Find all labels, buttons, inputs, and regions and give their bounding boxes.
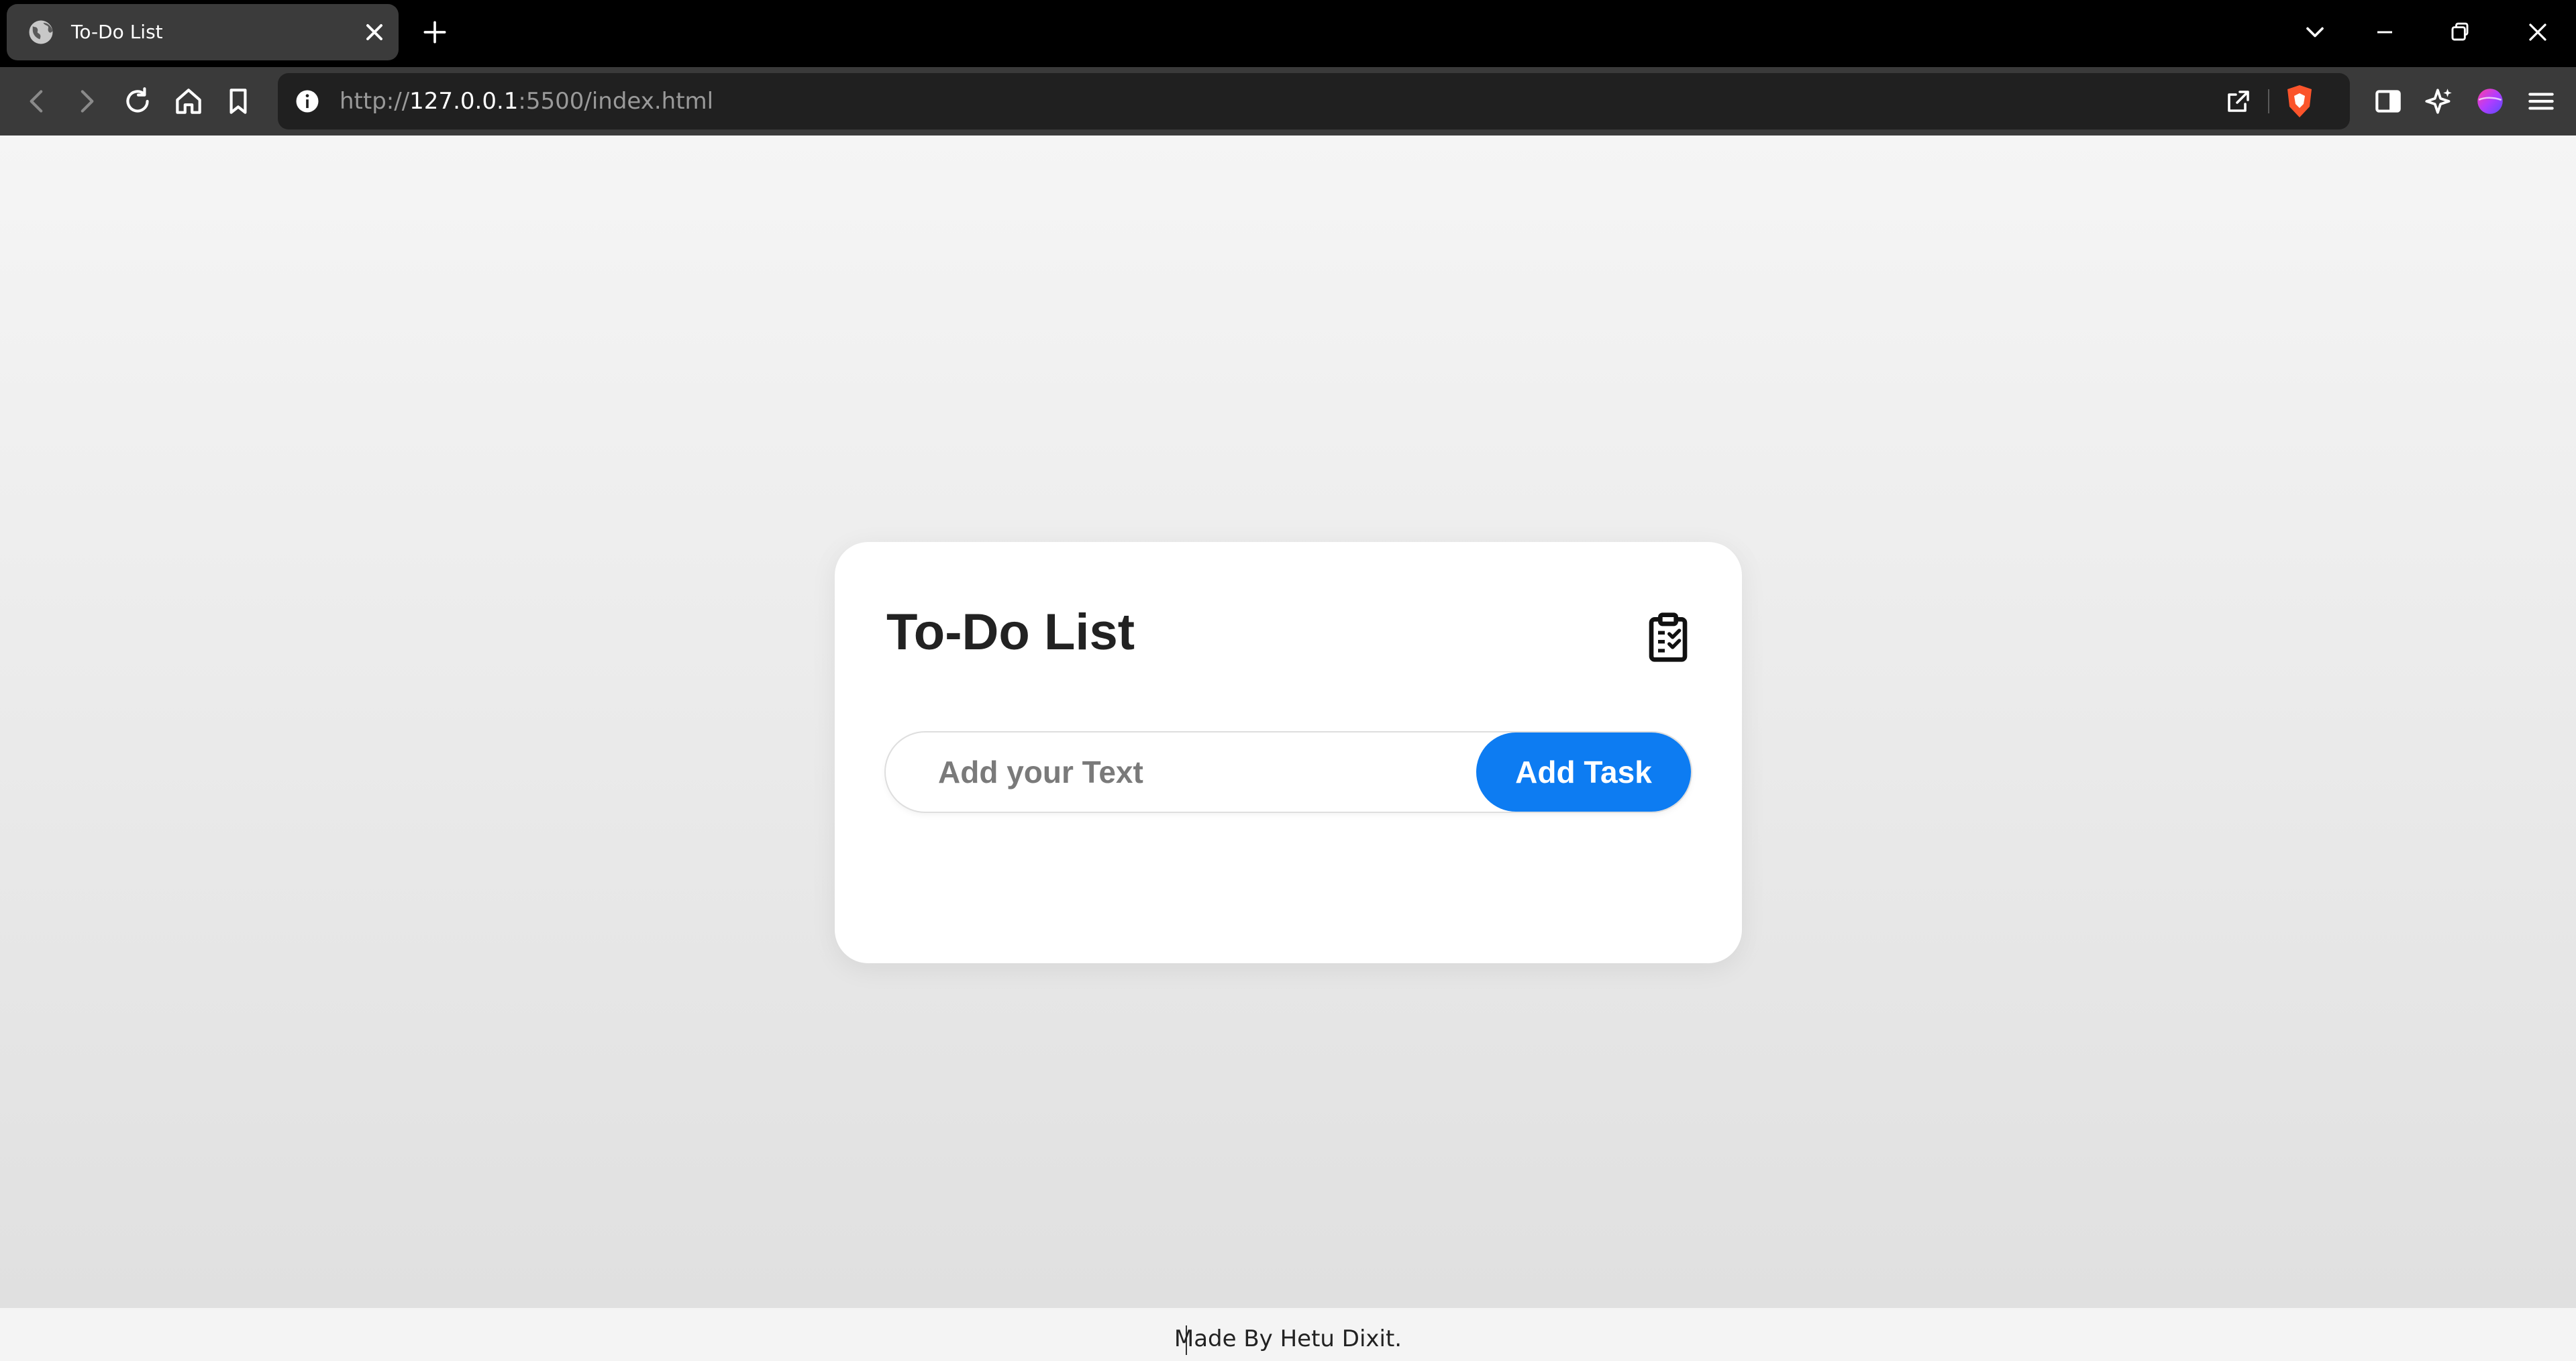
back-icon[interactable] — [20, 85, 54, 118]
toolbar-divider — [2268, 89, 2269, 113]
tab-title: To-Do List — [71, 21, 163, 43]
forward-icon[interactable] — [70, 85, 103, 118]
share-icon[interactable] — [2222, 85, 2255, 117]
address-bar[interactable]: http://127.0.0.1:5500/index.html — [278, 73, 2350, 129]
home-icon[interactable] — [172, 85, 205, 118]
new-tab-icon[interactable] — [420, 17, 450, 47]
tab-todo-list[interactable]: To-Do List — [7, 4, 399, 60]
task-input-row: Add Task — [886, 732, 1691, 812]
task-input[interactable] — [886, 732, 1476, 812]
tab-close-icon[interactable] — [361, 19, 388, 46]
url-text: http://127.0.0.1:5500/index.html — [340, 73, 713, 129]
footer: Made By Hetu Dixit. — [0, 1308, 2576, 1361]
todo-card: To-Do List Add Task — [835, 542, 1742, 963]
browser-toolbar: http://127.0.0.1:5500/index.html — [0, 67, 2576, 135]
menu-icon[interactable] — [2524, 85, 2558, 118]
restore-icon[interactable] — [2445, 17, 2475, 47]
add-task-button[interactable]: Add Task — [1476, 732, 1691, 812]
minimize-icon[interactable] — [2370, 17, 2400, 47]
url-path: :5500/index.html — [518, 88, 714, 115]
close-icon[interactable] — [2523, 17, 2553, 47]
clipboard-icon — [1649, 612, 1688, 662]
site-info-icon[interactable] — [293, 87, 322, 116]
tab-strip: To-Do List — [0, 0, 2576, 67]
profile-avatar[interactable] — [2473, 85, 2507, 118]
sidebar-icon[interactable] — [2371, 85, 2405, 118]
bookmark-icon[interactable] — [221, 85, 255, 118]
leo-ai-icon[interactable] — [2422, 85, 2456, 118]
reload-icon[interactable] — [121, 85, 154, 118]
tab-search-icon[interactable] — [2300, 17, 2330, 47]
footer-credit: Made By Hetu Dixit. — [1174, 1325, 1402, 1352]
url-scheme: http:// — [340, 88, 410, 115]
globe-icon — [29, 20, 53, 44]
url-host: 127.0.0.1 — [409, 88, 519, 115]
brave-shields-icon[interactable] — [2283, 84, 2316, 119]
page-title: To-Do List — [886, 604, 1135, 661]
page-viewport: To-Do List Add Task — [0, 135, 2576, 1308]
